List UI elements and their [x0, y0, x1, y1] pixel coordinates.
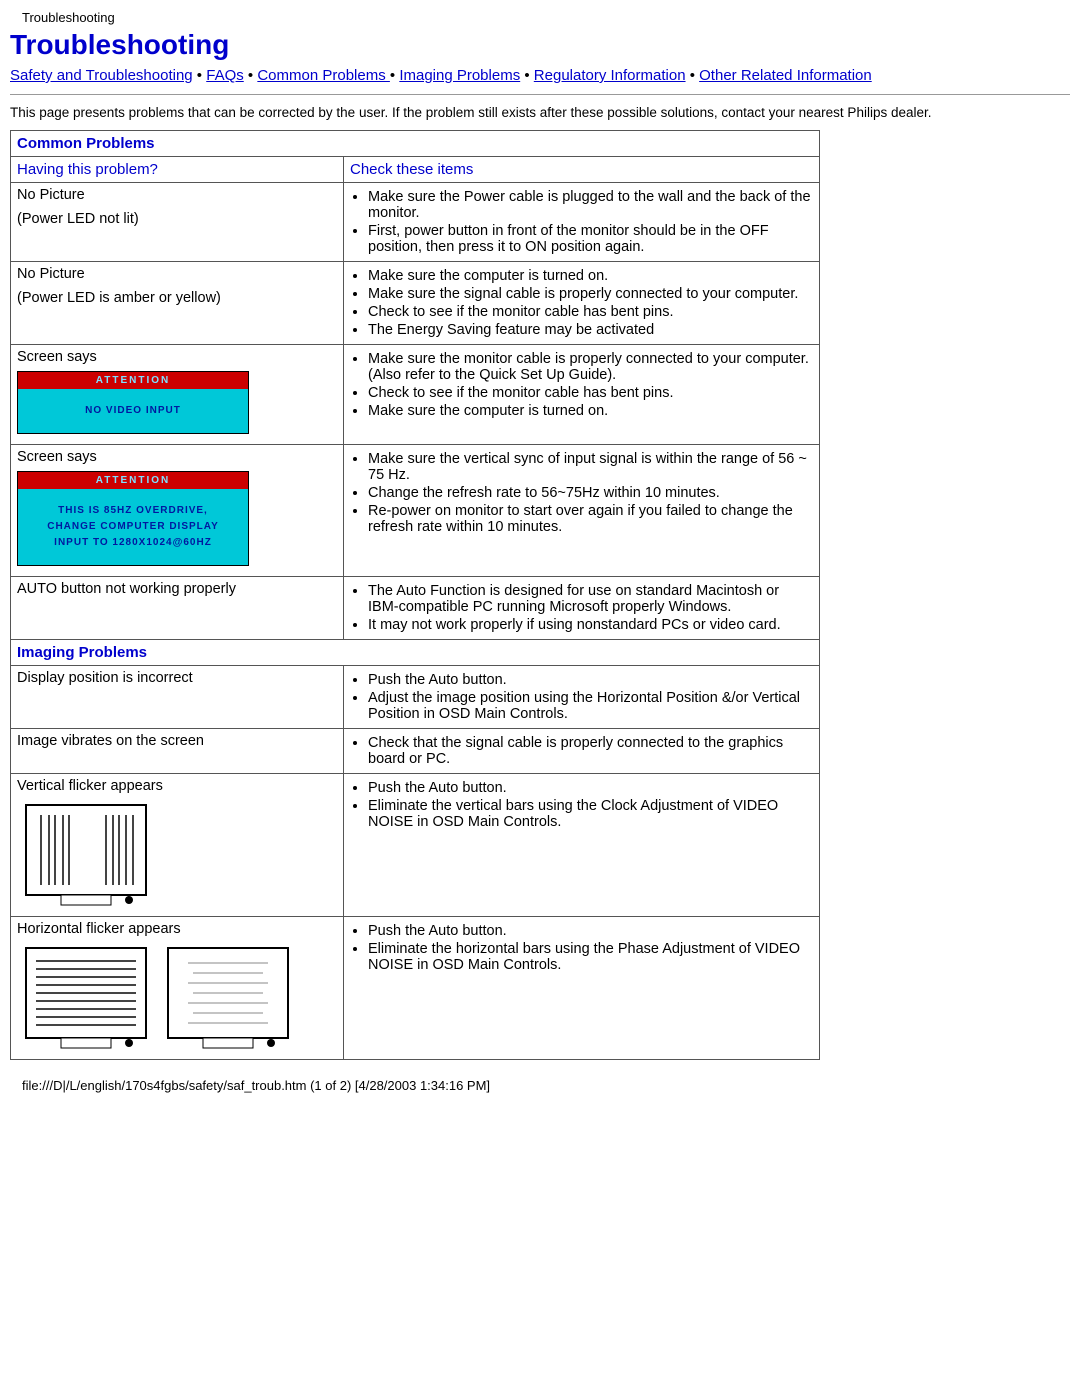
top-nav: Safety and Troubleshooting • FAQs • Comm…: [10, 67, 1070, 84]
alert-head: ATTENTION: [18, 372, 248, 389]
troubleshooting-table: Common Problems Having this problem? Che…: [10, 130, 820, 1060]
problem-sublabel: (Power LED is amber or yellow): [17, 290, 337, 306]
alert-body: THIS IS 85HZ OVERDRIVE, CHANGE COMPUTER …: [18, 489, 248, 565]
section-common: Common Problems: [11, 131, 820, 157]
vertical-flicker-icon: [21, 800, 151, 910]
problem-label: Screen says: [17, 449, 337, 465]
check-item: Make sure the signal cable is properly c…: [368, 286, 813, 302]
alert-box: ATTENTION NO VIDEO INPUT: [17, 371, 249, 434]
check-item: The Auto Function is designed for use on…: [368, 583, 813, 615]
nav-reg[interactable]: Regulatory Information: [534, 67, 686, 84]
horizontal-flicker-icon: [163, 943, 293, 1053]
check-item: Check that the signal cable is properly …: [368, 735, 813, 767]
footer-path: file:///D|/L/english/170s4fgbs/safety/sa…: [22, 1078, 1070, 1093]
table-row: Display position is incorrect Push the A…: [11, 666, 820, 729]
table-row: No Picture (Power LED not lit) Make sure…: [11, 183, 820, 262]
nav-other[interactable]: Other Related Information: [699, 67, 872, 84]
check-item: Make sure the computer is turned on.: [368, 403, 813, 419]
col-having: Having this problem?: [11, 157, 344, 183]
check-item: The Energy Saving feature may be activat…: [368, 322, 813, 338]
check-item: Make sure the vertical sync of input sig…: [368, 451, 813, 483]
table-row: No Picture (Power LED is amber or yellow…: [11, 262, 820, 345]
nav-imaging[interactable]: Imaging Problems: [399, 67, 520, 84]
problem-label: Vertical flicker appears: [17, 778, 337, 794]
table-row: Vertical flicker appears: [11, 774, 820, 917]
problem-label: No Picture: [17, 266, 337, 282]
check-item: Make sure the computer is turned on.: [368, 268, 813, 284]
check-item: Check to see if the monitor cable has be…: [368, 385, 813, 401]
horizontal-flicker-icon: [21, 943, 151, 1053]
table-row: Screen says ATTENTION NO VIDEO INPUT Mak…: [11, 345, 820, 445]
breadcrumb: Troubleshooting: [22, 10, 1070, 25]
alert-body: NO VIDEO INPUT: [18, 389, 248, 433]
check-item: Push the Auto button.: [368, 780, 813, 796]
check-item: Make sure the Power cable is plugged to …: [368, 189, 813, 221]
check-item: Adjust the image position using the Hori…: [368, 690, 813, 722]
check-item: First, power button in front of the moni…: [368, 223, 813, 255]
check-item: Check to see if the monitor cable has be…: [368, 304, 813, 320]
problem-label: Screen says: [17, 349, 337, 365]
section-imaging: Imaging Problems: [11, 640, 820, 666]
check-item: It may not work properly if using nonsta…: [368, 617, 813, 633]
check-item: Push the Auto button.: [368, 672, 813, 688]
alert-box: ATTENTION THIS IS 85HZ OVERDRIVE, CHANGE…: [17, 471, 249, 566]
problem-label: Horizontal flicker appears: [17, 921, 337, 937]
check-item: Re-power on monitor to start over again …: [368, 503, 813, 535]
col-check: Check these items: [344, 157, 820, 183]
intro-text: This page presents problems that can be …: [10, 105, 990, 120]
table-row: Image vibrates on the screen Check that …: [11, 729, 820, 774]
table-row: Horizontal flicker appears: [11, 917, 820, 1060]
table-row: Screen says ATTENTION THIS IS 85HZ OVERD…: [11, 445, 820, 577]
page-title: Troubleshooting: [10, 29, 1070, 61]
nav-safety[interactable]: Safety and Troubleshooting: [10, 67, 193, 84]
check-item: Make sure the monitor cable is properly …: [368, 351, 813, 383]
alert-head: ATTENTION: [18, 472, 248, 489]
nav-common[interactable]: Common Problems: [257, 67, 390, 84]
nav-faqs[interactable]: FAQs: [206, 67, 244, 84]
check-item: Push the Auto button.: [368, 923, 813, 939]
check-item: Eliminate the horizontal bars using the …: [368, 941, 813, 973]
check-item: Change the refresh rate to 56~75Hz withi…: [368, 485, 813, 501]
table-row: AUTO button not working properly The Aut…: [11, 577, 820, 640]
problem-sublabel: (Power LED not lit): [17, 211, 337, 227]
divider: [10, 94, 1070, 95]
problem-label: No Picture: [17, 187, 337, 203]
check-item: Eliminate the vertical bars using the Cl…: [368, 798, 813, 830]
